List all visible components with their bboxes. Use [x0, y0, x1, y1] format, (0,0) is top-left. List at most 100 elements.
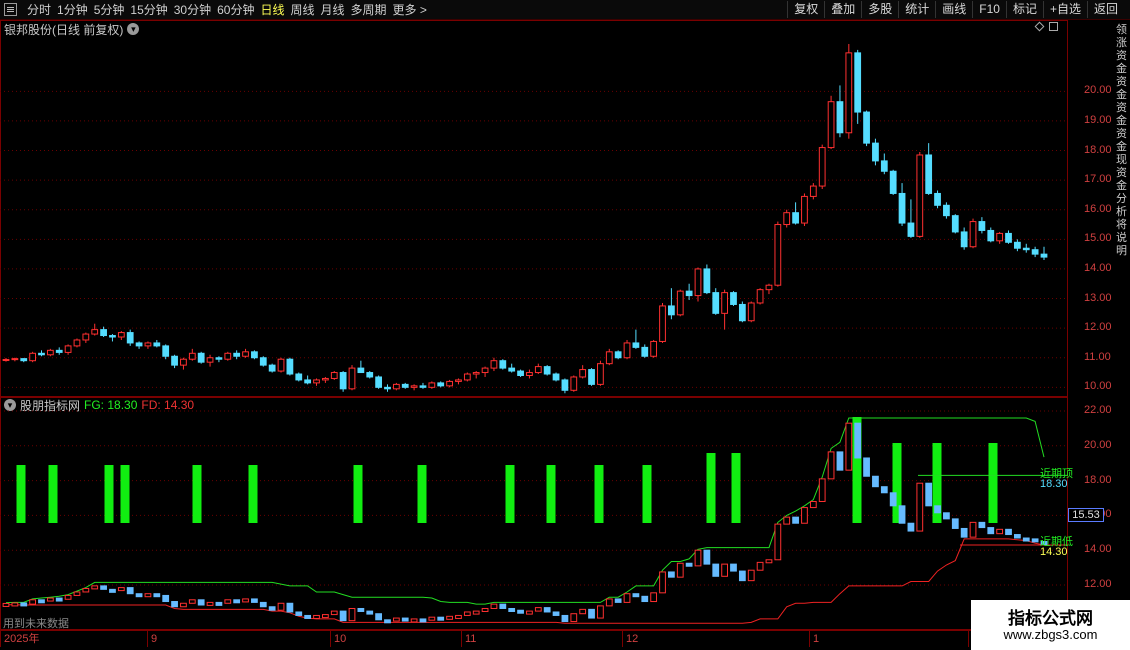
- toolbar-button-3[interactable]: 统计: [898, 1, 935, 18]
- candle-body-102: [907, 222, 915, 237]
- price-tick-1: 19.00: [1084, 113, 1112, 126]
- candle-body-4: [38, 352, 45, 356]
- period-tab-2[interactable]: 5分钟: [91, 2, 128, 18]
- candle-body-82: [730, 292, 737, 305]
- candlestick-chart[interactable]: [0, 20, 1068, 397]
- candle-body-104: [925, 154, 933, 194]
- candle-body-15: [135, 342, 143, 347]
- ind-candle-18: [162, 594, 170, 603]
- period-tab-9[interactable]: 多周期: [348, 2, 390, 18]
- ind-candle-92: [818, 478, 826, 502]
- indicator-chart[interactable]: [0, 397, 1068, 630]
- candle-body-58: [517, 370, 524, 376]
- candle-body-38: [339, 372, 347, 390]
- candle-body-79: [703, 268, 711, 294]
- ind-candle-29: [259, 601, 267, 608]
- candle-body-28: [251, 351, 258, 359]
- price-tick-3: 17.00: [1084, 173, 1112, 186]
- period-tab-3[interactable]: 15分钟: [127, 2, 170, 18]
- ind-candle-105: [934, 505, 941, 514]
- signal-bar-1: [48, 465, 58, 523]
- date-axis: 2025年910111212: [0, 630, 1068, 650]
- toolbar-button-7[interactable]: +自选: [1042, 1, 1087, 18]
- period-tab-1[interactable]: 1分钟: [54, 2, 91, 18]
- ind-candle-6: [55, 597, 63, 602]
- ind-candle-53: [472, 610, 480, 615]
- ind-candle-91: [809, 500, 817, 509]
- candle-body-72: [641, 346, 649, 357]
- ind-candle-30: [268, 606, 276, 611]
- ind-candle-67: [597, 605, 604, 619]
- candle-body-49: [437, 382, 445, 387]
- ind-candle-95: [845, 422, 853, 471]
- candle-body-86: [765, 284, 773, 291]
- ind-candle-35: [313, 614, 320, 619]
- ind-candle-20: [180, 602, 187, 608]
- ind-candle-28: [251, 598, 258, 603]
- signal-bar-6: [353, 465, 363, 523]
- ind-candle-112: [996, 528, 1004, 535]
- ind-candle-36: [322, 614, 329, 619]
- candle-body-46: [410, 385, 418, 388]
- ind-candle-99: [880, 486, 888, 494]
- ind-candle-45: [401, 617, 409, 622]
- ind-candle-114: [1014, 534, 1021, 539]
- toolbar-button-0[interactable]: 复权: [787, 1, 824, 18]
- period-tab-4[interactable]: 30分钟: [171, 2, 214, 18]
- ind-candle-89: [792, 516, 799, 524]
- candle-body-84: [747, 302, 755, 322]
- ind-candle-11: [100, 585, 107, 590]
- period-tab-5[interactable]: 60分钟: [214, 2, 257, 18]
- ind-candle-2: [20, 602, 28, 607]
- ind-candle-22: [197, 599, 205, 606]
- signal-bar-13: [731, 453, 741, 523]
- candle-body-62: [552, 373, 560, 381]
- signal-bar-4: [192, 465, 202, 523]
- period-tab-8[interactable]: 月线: [318, 2, 348, 18]
- candle-body-67: [597, 363, 604, 385]
- candle-body-108: [960, 231, 968, 248]
- toolbar-button-4[interactable]: 画线: [935, 1, 972, 18]
- toolbar-button-2[interactable]: 多股: [861, 1, 898, 18]
- toolbar-button-8[interactable]: 返回: [1086, 1, 1124, 18]
- ind-candle-57: [508, 607, 516, 612]
- toolbar-button-5[interactable]: F10: [972, 1, 1006, 18]
- candle-body-9: [82, 333, 90, 341]
- ind-candle-3: [29, 599, 36, 605]
- period-tab-6[interactable]: 日线: [257, 2, 287, 18]
- candle-body-19: [171, 355, 178, 366]
- candle-body-18: [162, 345, 170, 357]
- signal-bar-7: [417, 465, 427, 523]
- candle-body-35: [313, 379, 320, 384]
- candle-body-5: [46, 349, 54, 356]
- ind-candle-65: [579, 608, 587, 615]
- menu-icon[interactable]: [4, 3, 17, 16]
- period-tab-0[interactable]: 分时: [24, 2, 54, 18]
- ind-candle-88: [783, 516, 791, 525]
- signal-bar-11: [642, 465, 652, 523]
- candle-body-65: [579, 369, 587, 378]
- candle-body-101: [898, 192, 906, 224]
- period-tab-10[interactable]: 更多 >: [390, 2, 430, 18]
- candle-body-39: [348, 367, 356, 390]
- candle-body-34: [304, 379, 312, 384]
- candle-body-51: [455, 379, 462, 382]
- price-tick-8: 12.00: [1084, 321, 1112, 334]
- period-tab-7[interactable]: 周线: [287, 2, 317, 18]
- ind-candle-106: [943, 512, 950, 520]
- ind-candle-93: [827, 451, 835, 480]
- candle-body-66: [588, 369, 595, 385]
- candle-body-110: [978, 221, 986, 231]
- ind-candle-46: [410, 618, 418, 623]
- toolbar-button-1[interactable]: 叠加: [824, 1, 861, 18]
- candle-body-17: [153, 342, 161, 347]
- ind-candle-19: [171, 601, 178, 608]
- candle-body-60: [534, 366, 542, 374]
- ind-tick-0: 22.00: [1084, 404, 1112, 416]
- candle-body-24: [215, 357, 223, 360]
- ind-candle-4: [38, 599, 45, 604]
- ind-candle-109: [969, 521, 977, 538]
- ind-candle-86: [765, 559, 773, 564]
- candle-body-55: [490, 360, 498, 369]
- toolbar-button-6[interactable]: 标记: [1005, 1, 1043, 18]
